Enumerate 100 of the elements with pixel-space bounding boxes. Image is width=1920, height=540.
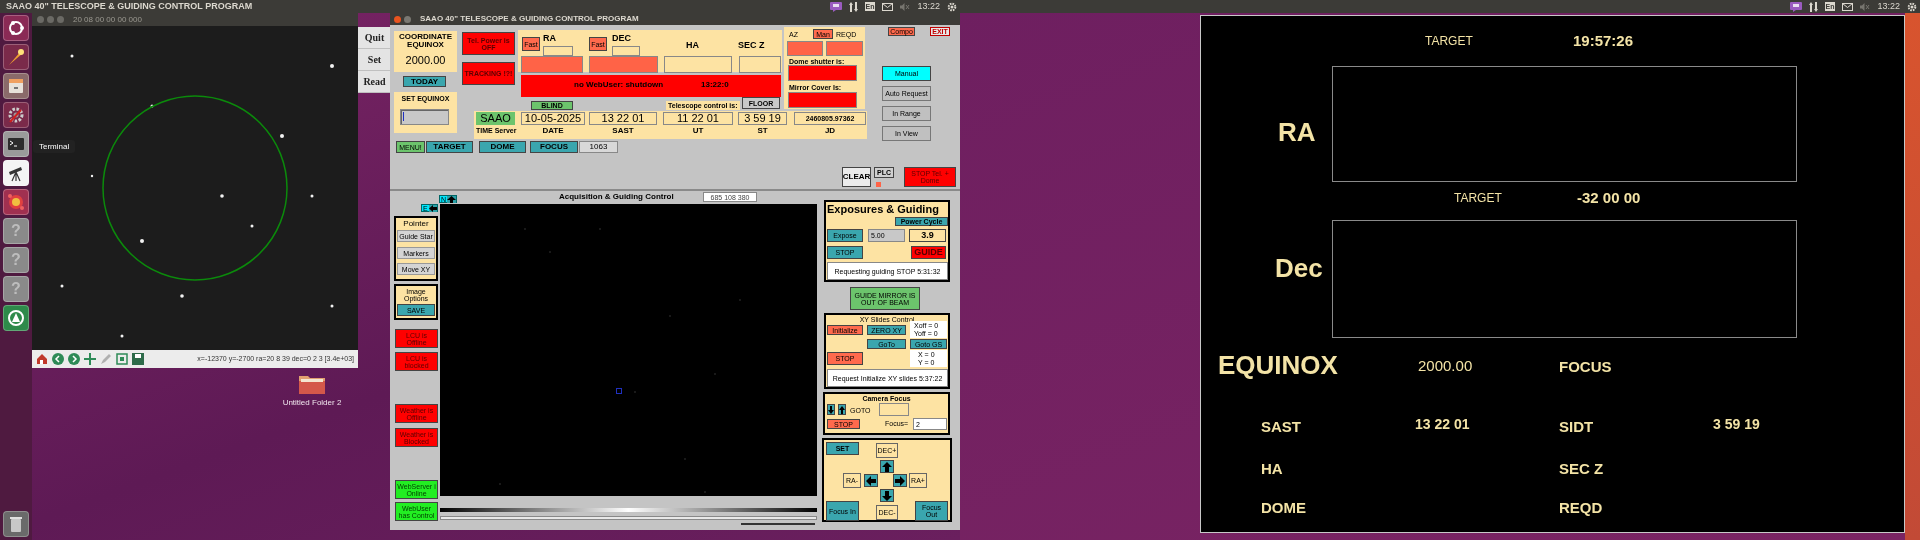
launcher-button[interactable] bbox=[3, 44, 29, 70]
direction-button[interactable] bbox=[864, 474, 878, 487]
launcher-button[interactable] bbox=[3, 102, 29, 128]
gear-icon bbox=[6, 105, 26, 125]
arrow-down-icon bbox=[882, 490, 892, 501]
target-label: TARGET bbox=[1425, 35, 1473, 47]
chat-indicator-icon[interactable] bbox=[829, 1, 842, 12]
move-icon[interactable] bbox=[83, 352, 97, 366]
message-text: no WebUser: shutdown bbox=[574, 81, 664, 89]
sec-z-label: SEC Z bbox=[1559, 461, 1604, 476]
direction-button[interactable] bbox=[893, 474, 907, 487]
save-icon[interactable] bbox=[131, 352, 145, 366]
window-title: 20 08 00 00 00 000 bbox=[73, 13, 142, 26]
launcher-button[interactable] bbox=[3, 15, 29, 41]
envelope-icon[interactable] bbox=[882, 2, 894, 11]
time-label: DATE bbox=[541, 127, 565, 135]
back-icon[interactable] bbox=[51, 352, 65, 366]
reqd-label: REQD bbox=[1559, 500, 1603, 515]
focus-label: FOCUS bbox=[1559, 359, 1612, 374]
sast-value: 13 22 01 bbox=[1415, 417, 1470, 431]
dec-label: Dec bbox=[1275, 255, 1323, 281]
equinox-value: 2000.00 bbox=[1418, 358, 1473, 373]
envelope-icon[interactable] bbox=[1842, 2, 1854, 11]
nav-button[interactable]: TARGET bbox=[426, 141, 473, 153]
splash-icon bbox=[6, 192, 26, 212]
launcher-button[interactable] bbox=[3, 160, 29, 186]
coordinate-field bbox=[739, 56, 781, 73]
launcher-button[interactable] bbox=[3, 131, 29, 157]
time-value: 11 22 01 bbox=[663, 112, 733, 125]
coordinate-field bbox=[521, 56, 583, 73]
minimize-button[interactable] bbox=[404, 15, 411, 23]
dome-shutter-field bbox=[788, 65, 857, 81]
folder-label[interactable]: Untitled Folder 2 bbox=[282, 397, 342, 409]
guide-button[interactable]: GUIDE bbox=[911, 246, 946, 259]
dome-label: DOME bbox=[1261, 500, 1306, 515]
equinox-value: 2000.00 bbox=[404, 55, 447, 66]
guide-marker bbox=[616, 388, 622, 394]
folder-icon[interactable] bbox=[298, 373, 326, 395]
clock[interactable]: 13:22 bbox=[1877, 2, 1900, 11]
arrow-up-icon bbox=[882, 461, 892, 472]
arrow-left-icon bbox=[428, 205, 437, 212]
nav-button[interactable]: FOCUS bbox=[530, 141, 578, 153]
arrow-right-icon bbox=[895, 475, 905, 486]
target-label: TARGET bbox=[1454, 192, 1502, 204]
arrow-up-icon bbox=[839, 405, 845, 414]
today-button[interactable]: TODAY bbox=[403, 76, 446, 87]
horizontal-scrollbar[interactable] bbox=[440, 516, 817, 520]
coordinate-label: HA bbox=[686, 41, 699, 50]
equinox-input[interactable] bbox=[400, 109, 449, 125]
side-button[interactable]: Set bbox=[358, 49, 391, 71]
clock[interactable]: 13:22 bbox=[917, 2, 940, 11]
coordinate-label: SEC Z bbox=[738, 41, 765, 50]
network-arrows-icon[interactable] bbox=[1808, 1, 1818, 12]
nav-button[interactable]: DOME bbox=[479, 141, 526, 153]
focus-up-button[interactable] bbox=[838, 404, 846, 415]
forward-icon[interactable] bbox=[67, 352, 81, 366]
time-value: 13 22 01 bbox=[589, 112, 657, 125]
direction-button[interactable] bbox=[880, 489, 894, 502]
zoom-fit-icon[interactable] bbox=[115, 352, 129, 366]
equinox-label: EQUINOX bbox=[1218, 352, 1338, 378]
direction-button[interactable] bbox=[880, 460, 894, 473]
settings-icon[interactable] bbox=[1907, 1, 1917, 12]
equinox-label: COORDINATE EQUINOX bbox=[397, 33, 454, 49]
az-field bbox=[787, 41, 823, 56]
arrow-left-icon bbox=[866, 475, 876, 486]
readout-background bbox=[910, 350, 947, 367]
close-button[interactable] bbox=[394, 15, 401, 23]
coordinate-field bbox=[589, 56, 658, 73]
time-value: 10-05-2025 bbox=[521, 112, 585, 125]
panel-title: Pointer bbox=[402, 220, 430, 228]
time-label: UT bbox=[691, 127, 705, 135]
circle-logo-icon bbox=[6, 18, 26, 38]
settings-icon[interactable] bbox=[947, 1, 957, 12]
time-label: SAST bbox=[611, 127, 635, 135]
window-title: SAAO 40" TELESCOPE & GUIDING CONTROL PROGRAM bbox=[420, 13, 639, 25]
coordinate-label: RA bbox=[543, 34, 556, 43]
reqd-field bbox=[826, 41, 863, 56]
tooltip: Terminal bbox=[33, 140, 76, 153]
message-time: 13:22:0 bbox=[701, 81, 729, 89]
chat-indicator-icon[interactable] bbox=[1789, 1, 1802, 12]
section-title: Acquisition & Guiding Control bbox=[559, 193, 674, 201]
ra-label: RA bbox=[1278, 119, 1316, 145]
question-mark-icon: ? bbox=[11, 281, 21, 297]
goto-field[interactable] bbox=[879, 403, 909, 416]
window-title: SAAO 40" TELESCOPE & GUIDING CONTROL PROGRAM bbox=[5, 0, 253, 13]
side-button[interactable]: Quit bbox=[358, 27, 391, 49]
time-server-name: SAAO bbox=[476, 112, 515, 125]
question-mark-icon: ? bbox=[11, 223, 21, 239]
target-ra-value: 19:57:26 bbox=[1573, 33, 1634, 48]
time-label: ST bbox=[756, 127, 769, 135]
muted-speaker-icon[interactable] bbox=[1860, 2, 1871, 11]
focus-down-button[interactable] bbox=[827, 404, 835, 415]
muted-speaker-icon[interactable] bbox=[900, 2, 911, 11]
side-button[interactable]: Read bbox=[358, 71, 391, 93]
network-arrows-icon[interactable] bbox=[848, 1, 858, 12]
home-icon[interactable] bbox=[35, 352, 49, 366]
arrow-down-icon bbox=[828, 405, 834, 414]
panel-title: Exposures & Guiding bbox=[827, 204, 939, 215]
clear-button[interactable]: CLEAR bbox=[842, 167, 871, 187]
update-icon bbox=[6, 308, 26, 328]
